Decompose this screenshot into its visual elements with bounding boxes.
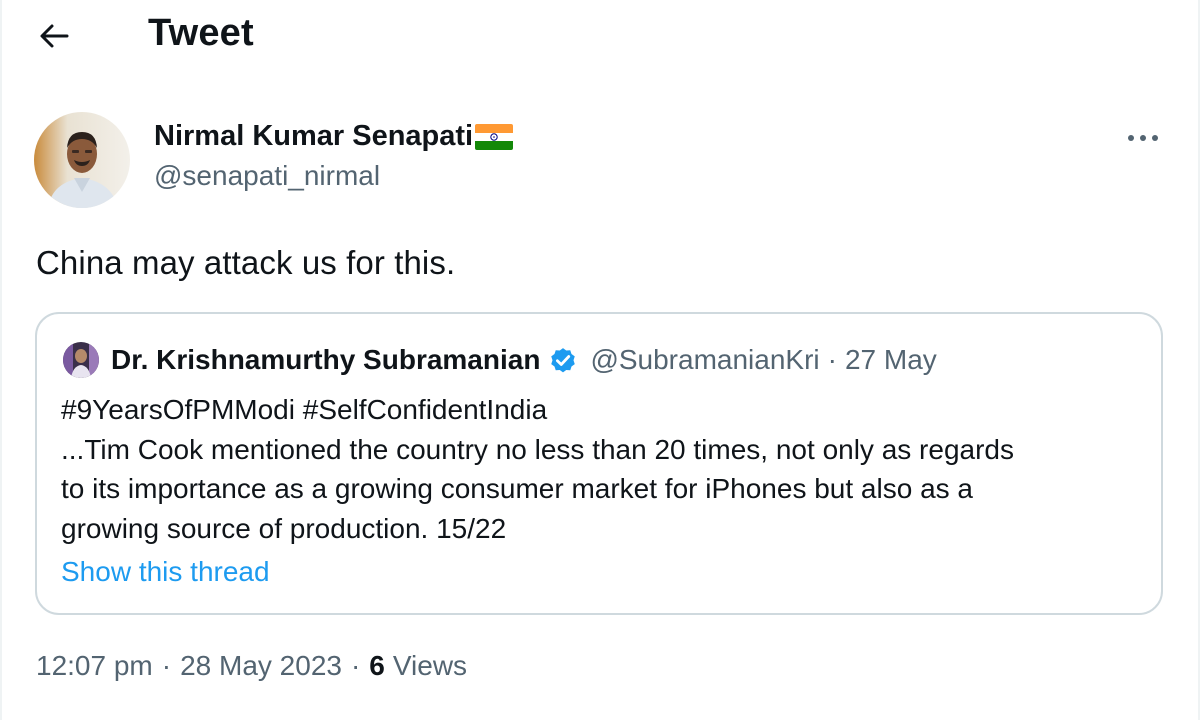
quoted-author-avatar[interactable] <box>63 342 99 378</box>
tweet-meta: 12:07 pm · 28 May 2023 · 6 Views <box>36 650 467 682</box>
quoted-text-line: growing source of production. 15/22 <box>61 512 507 544</box>
meta-separator: · <box>350 650 361 681</box>
arrow-left-icon <box>40 24 69 48</box>
quoted-tweet-text: #9YearsOfPMModi #SelfConfidentIndia ...T… <box>61 390 1141 548</box>
author-name[interactable]: Nirmal Kumar Senapati <box>154 120 514 153</box>
avatar-photo <box>34 112 130 208</box>
india-flag-icon <box>475 123 514 150</box>
quoted-avatar-photo <box>63 342 99 378</box>
author-name-text: Nirmal Kumar Senapati <box>154 120 474 152</box>
quoted-author-handle[interactable]: @SubramanianKri <box>590 344 819 376</box>
quoted-tweet-card[interactable]: Dr. Krishnamurthy Subramanian @Subramani… <box>35 312 1163 615</box>
meta-separator: · <box>161 650 172 681</box>
show-thread-link[interactable]: Show this thread <box>61 556 270 588</box>
page-header: Tweet <box>0 0 1200 72</box>
views-label: Views <box>392 650 468 681</box>
views-count: 6 <box>369 650 385 681</box>
header-separator: · <box>827 344 837 375</box>
frame-edge-left <box>0 0 2 720</box>
quoted-author-name[interactable]: Dr. Krishnamurthy Subramanian <box>111 344 540 376</box>
verified-badge-icon <box>548 345 578 375</box>
more-options-button[interactable] <box>1118 118 1168 158</box>
quoted-tweet-header: Dr. Krishnamurthy Subramanian @Subramani… <box>63 340 937 380</box>
tweet-time[interactable]: 12:07 pm <box>36 650 153 682</box>
quoted-text-line: #9YearsOfPMModi #SelfConfidentIndia <box>61 394 548 425</box>
author-handle[interactable]: @senapati_nirmal <box>154 160 380 192</box>
quoted-text-line: to its importance as a growing consumer … <box>61 473 973 504</box>
more-horizontal-icon <box>1128 135 1158 141</box>
tweet-text: China may attack us for this. <box>36 244 456 281</box>
page-title: Tweet <box>148 12 254 54</box>
tweet-date[interactable]: 28 May 2023 <box>180 650 342 682</box>
quoted-tweet-date[interactable]: 27 May <box>845 344 937 376</box>
back-button[interactable] <box>28 14 80 58</box>
quoted-text-line: ...Tim Cook mentioned the country no les… <box>61 433 1014 465</box>
author-avatar[interactable] <box>34 112 130 208</box>
